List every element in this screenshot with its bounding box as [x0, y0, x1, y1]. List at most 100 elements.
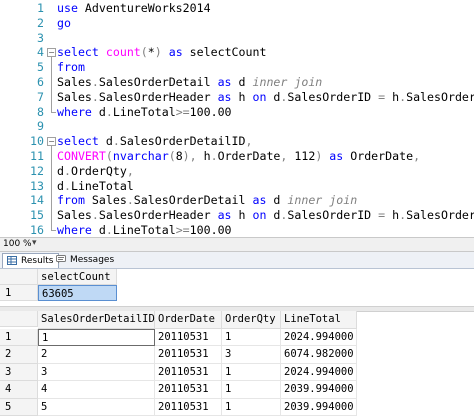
grid2-cell[interactable]: 3	[222, 346, 281, 364]
code-line[interactable]: 14from Sales.SalesOrderDetail as d inner…	[0, 193, 474, 208]
zoom-dropdown-icon[interactable]: ▾	[32, 238, 37, 248]
code-line[interactable]: 3	[0, 31, 474, 46]
grid2-column-header[interactable]: SalesOrderDetailID	[38, 311, 155, 329]
grid2-cell[interactable]: 1	[38, 329, 155, 347]
code-token: 100.00	[190, 223, 232, 237]
code-line[interactable]: 13d.LineTotal	[0, 179, 474, 194]
fold-guide	[51, 145, 52, 230]
code-token: selectCount	[183, 45, 267, 59]
code-token: .	[113, 134, 120, 148]
grid2-cell[interactable]: 1	[222, 364, 281, 382]
code-token: .	[92, 75, 99, 89]
code-line[interactable]: 9	[0, 119, 474, 134]
grid1-row-number[interactable]: 1	[0, 285, 38, 301]
grid2-cell[interactable]: 2024.994000	[281, 329, 357, 347]
code-token: .	[64, 164, 71, 178]
code-token: CONVERT	[57, 149, 106, 163]
grid2-cell[interactable]: 2039.994000	[281, 399, 357, 416]
grid2-cell[interactable]: 1	[222, 329, 281, 347]
fold-guide-end	[51, 112, 56, 113]
code-token: .	[211, 149, 218, 163]
grid1-column-header[interactable]: selectCount	[38, 269, 117, 285]
code-token: as	[218, 208, 232, 222]
line-number: 8	[0, 105, 44, 120]
line-number: 2	[0, 16, 44, 31]
results-pane: selectCount 1 63605 SalesOrderDetailIDOr…	[0, 269, 474, 411]
tab-results[interactable]: Results	[2, 253, 59, 268]
grid2-cell[interactable]: 4	[38, 381, 155, 399]
code-line[interactable]: 16 where d.LineTotal>=100.00	[0, 223, 474, 237]
code-line[interactable]: 5from	[0, 60, 474, 75]
code-text: where d.LineTotal>=100.00	[57, 223, 232, 237]
grid2-row-number[interactable]: 3	[0, 364, 38, 382]
code-line[interactable]: 11CONVERT(nvarchar(8), h.OrderDate, 112)…	[0, 149, 474, 164]
code-line[interactable]: 2 go	[0, 16, 474, 31]
code-line[interactable]: 4−select count(*) as selectCount	[0, 45, 474, 60]
code-token: (	[141, 45, 148, 59]
tab-results-label: Results	[21, 256, 54, 266]
grid2-column-header[interactable]: OrderQty	[222, 311, 281, 329]
code-token: select	[57, 134, 99, 148]
code-token: 8	[176, 149, 183, 163]
code-token: as	[252, 193, 266, 207]
fold-guide	[51, 56, 52, 111]
grid2-row-number[interactable]: 5	[0, 399, 38, 416]
code-text: Sales.SalesOrderHeader as h on d.SalesOr…	[57, 208, 474, 223]
zoom-level[interactable]: 100 %	[3, 239, 32, 249]
tab-messages[interactable]: Messages	[52, 253, 118, 267]
grid2-cell[interactable]: 20110531	[155, 346, 222, 364]
code-line[interactable]: 7Sales.SalesOrderHeader as h on d.SalesO…	[0, 90, 474, 105]
code-token: go	[57, 16, 71, 30]
grid2-cell[interactable]: 2	[38, 346, 155, 364]
code-token: as	[218, 90, 232, 104]
code-token: AdventureWorks2014	[78, 1, 211, 15]
line-number: 10	[0, 134, 44, 149]
code-line[interactable]: 8where d.LineTotal>=100.00	[0, 105, 474, 120]
results-tab-strip: Results Messages	[0, 252, 474, 269]
code-token: .	[92, 208, 99, 222]
grid2-cell[interactable]: 5	[38, 399, 155, 416]
grid1-corner	[0, 269, 38, 285]
grid2-cell[interactable]: 6074.982000	[281, 346, 357, 364]
grid2-cell[interactable]: 20110531	[155, 381, 222, 399]
grid2-row-number[interactable]: 4	[0, 381, 38, 399]
code-token: on	[252, 90, 266, 104]
grid2-cell[interactable]: 20110531	[155, 329, 222, 347]
grid2-cell[interactable]: 1	[222, 381, 281, 399]
code-token: d	[57, 164, 64, 178]
query-editor[interactable]: 1use AdventureWorks20142 go 34−select coun…	[0, 0, 474, 237]
code-token: LineTotal	[113, 223, 176, 237]
tab-messages-label: Messages	[70, 255, 114, 265]
code-line[interactable]: 10−select d.SalesOrderDetailID,	[0, 134, 474, 149]
code-token: Sales	[85, 193, 127, 207]
grid-icon	[7, 256, 17, 265]
grid1-cell-selectcount[interactable]: 63605	[38, 285, 117, 301]
code-line[interactable]: 12d.OrderQty,	[0, 164, 474, 179]
grid2-cell[interactable]: 3	[38, 364, 155, 382]
grid2-corner	[0, 311, 38, 327]
grid2-column-header[interactable]: LineTotal	[281, 311, 357, 329]
grid2-column-header[interactable]: OrderDate	[155, 311, 222, 329]
code-token: )	[155, 45, 162, 59]
grid2-cell[interactable]: 20110531	[155, 364, 222, 382]
code-token	[162, 45, 169, 59]
code-token: LineTotal	[71, 179, 134, 193]
code-line[interactable]: 15Sales.SalesOrderHeader as h on d.Sales…	[0, 208, 474, 223]
code-token: Sales	[57, 208, 92, 222]
grid2-cell[interactable]: 2039.994000	[281, 381, 357, 399]
code-text: from Sales.SalesOrderDetail as d inner j…	[57, 193, 357, 208]
line-number: 16	[0, 223, 44, 237]
code-line[interactable]: 6Sales.SalesOrderDetail as d inner join	[0, 75, 474, 90]
grid2-row-number[interactable]: 2	[0, 346, 38, 364]
code-token: d	[266, 193, 287, 207]
grid2-cell[interactable]: 2024.994000	[281, 364, 357, 382]
code-token: d	[57, 179, 64, 193]
code-token: d	[266, 208, 280, 222]
grid2-row-number[interactable]: 1	[0, 329, 38, 347]
grid2-cell[interactable]: 20110531	[155, 399, 222, 416]
code-line[interactable]: 1use AdventureWorks2014	[0, 1, 474, 16]
line-number: 3	[0, 31, 44, 46]
code-token: SalesOrderID	[287, 208, 378, 222]
grid2-cell[interactable]: 1	[222, 399, 281, 416]
code-token: .	[64, 179, 71, 193]
